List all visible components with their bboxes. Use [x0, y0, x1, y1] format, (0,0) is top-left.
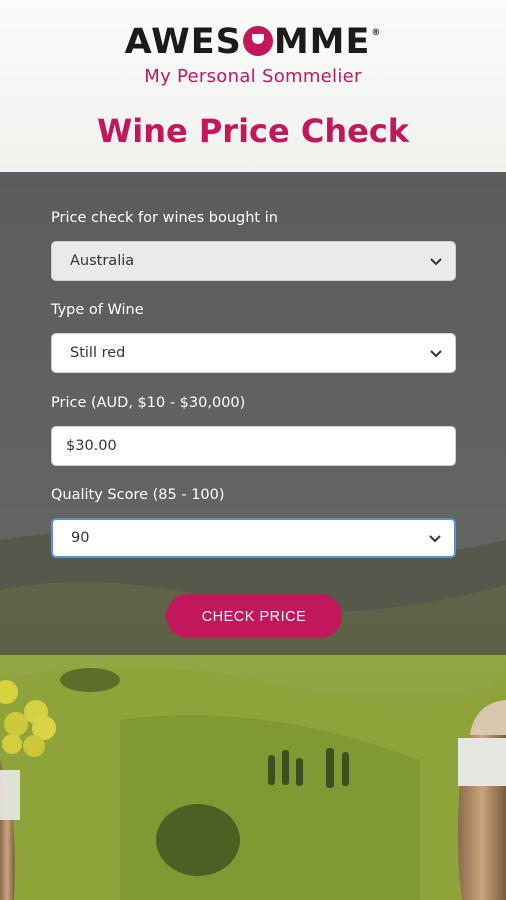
- quality-score-select[interactable]: 90: [51, 518, 456, 558]
- registered-mark: ®: [371, 27, 382, 38]
- wine-type-select-value: Still red: [70, 345, 126, 361]
- country-label: Price check for wines bought in: [51, 210, 278, 226]
- wine-type-label: Type of Wine: [51, 302, 144, 318]
- brand-tagline: My Personal Sommelier: [144, 66, 362, 87]
- chevron-down-icon: [430, 258, 442, 266]
- country-select[interactable]: Australia: [51, 241, 456, 281]
- app-header: AWES MME® My Personal Sommelier Wine Pric…: [0, 0, 506, 172]
- brand-logo: AWES MME®: [0, 14, 506, 62]
- check-price-button[interactable]: CHECK PRICE: [166, 594, 342, 638]
- price-input[interactable]: $30.00: [51, 426, 456, 466]
- quality-score-label: Quality Score (85 - 100): [51, 487, 225, 503]
- chevron-down-icon: [430, 350, 442, 358]
- wine-type-select[interactable]: Still red: [51, 333, 456, 373]
- price-input-value: $30.00: [66, 438, 117, 454]
- country-select-value: Australia: [70, 253, 135, 269]
- logo-suffix: MME: [273, 21, 371, 62]
- chevron-down-icon: [429, 535, 441, 543]
- app-screen: AWES MME® My Personal Sommelier Wine Pric…: [0, 0, 506, 900]
- page-title: Wine Price Check: [96, 112, 410, 150]
- price-label: Price (AUD, $10 - $30,000): [51, 395, 246, 411]
- logo-text: AWES MME®: [125, 10, 382, 65]
- logo-prefix: AWES: [124, 21, 242, 62]
- wine-glass-logo-icon: [242, 25, 273, 56]
- quality-score-select-value: 90: [71, 530, 90, 546]
